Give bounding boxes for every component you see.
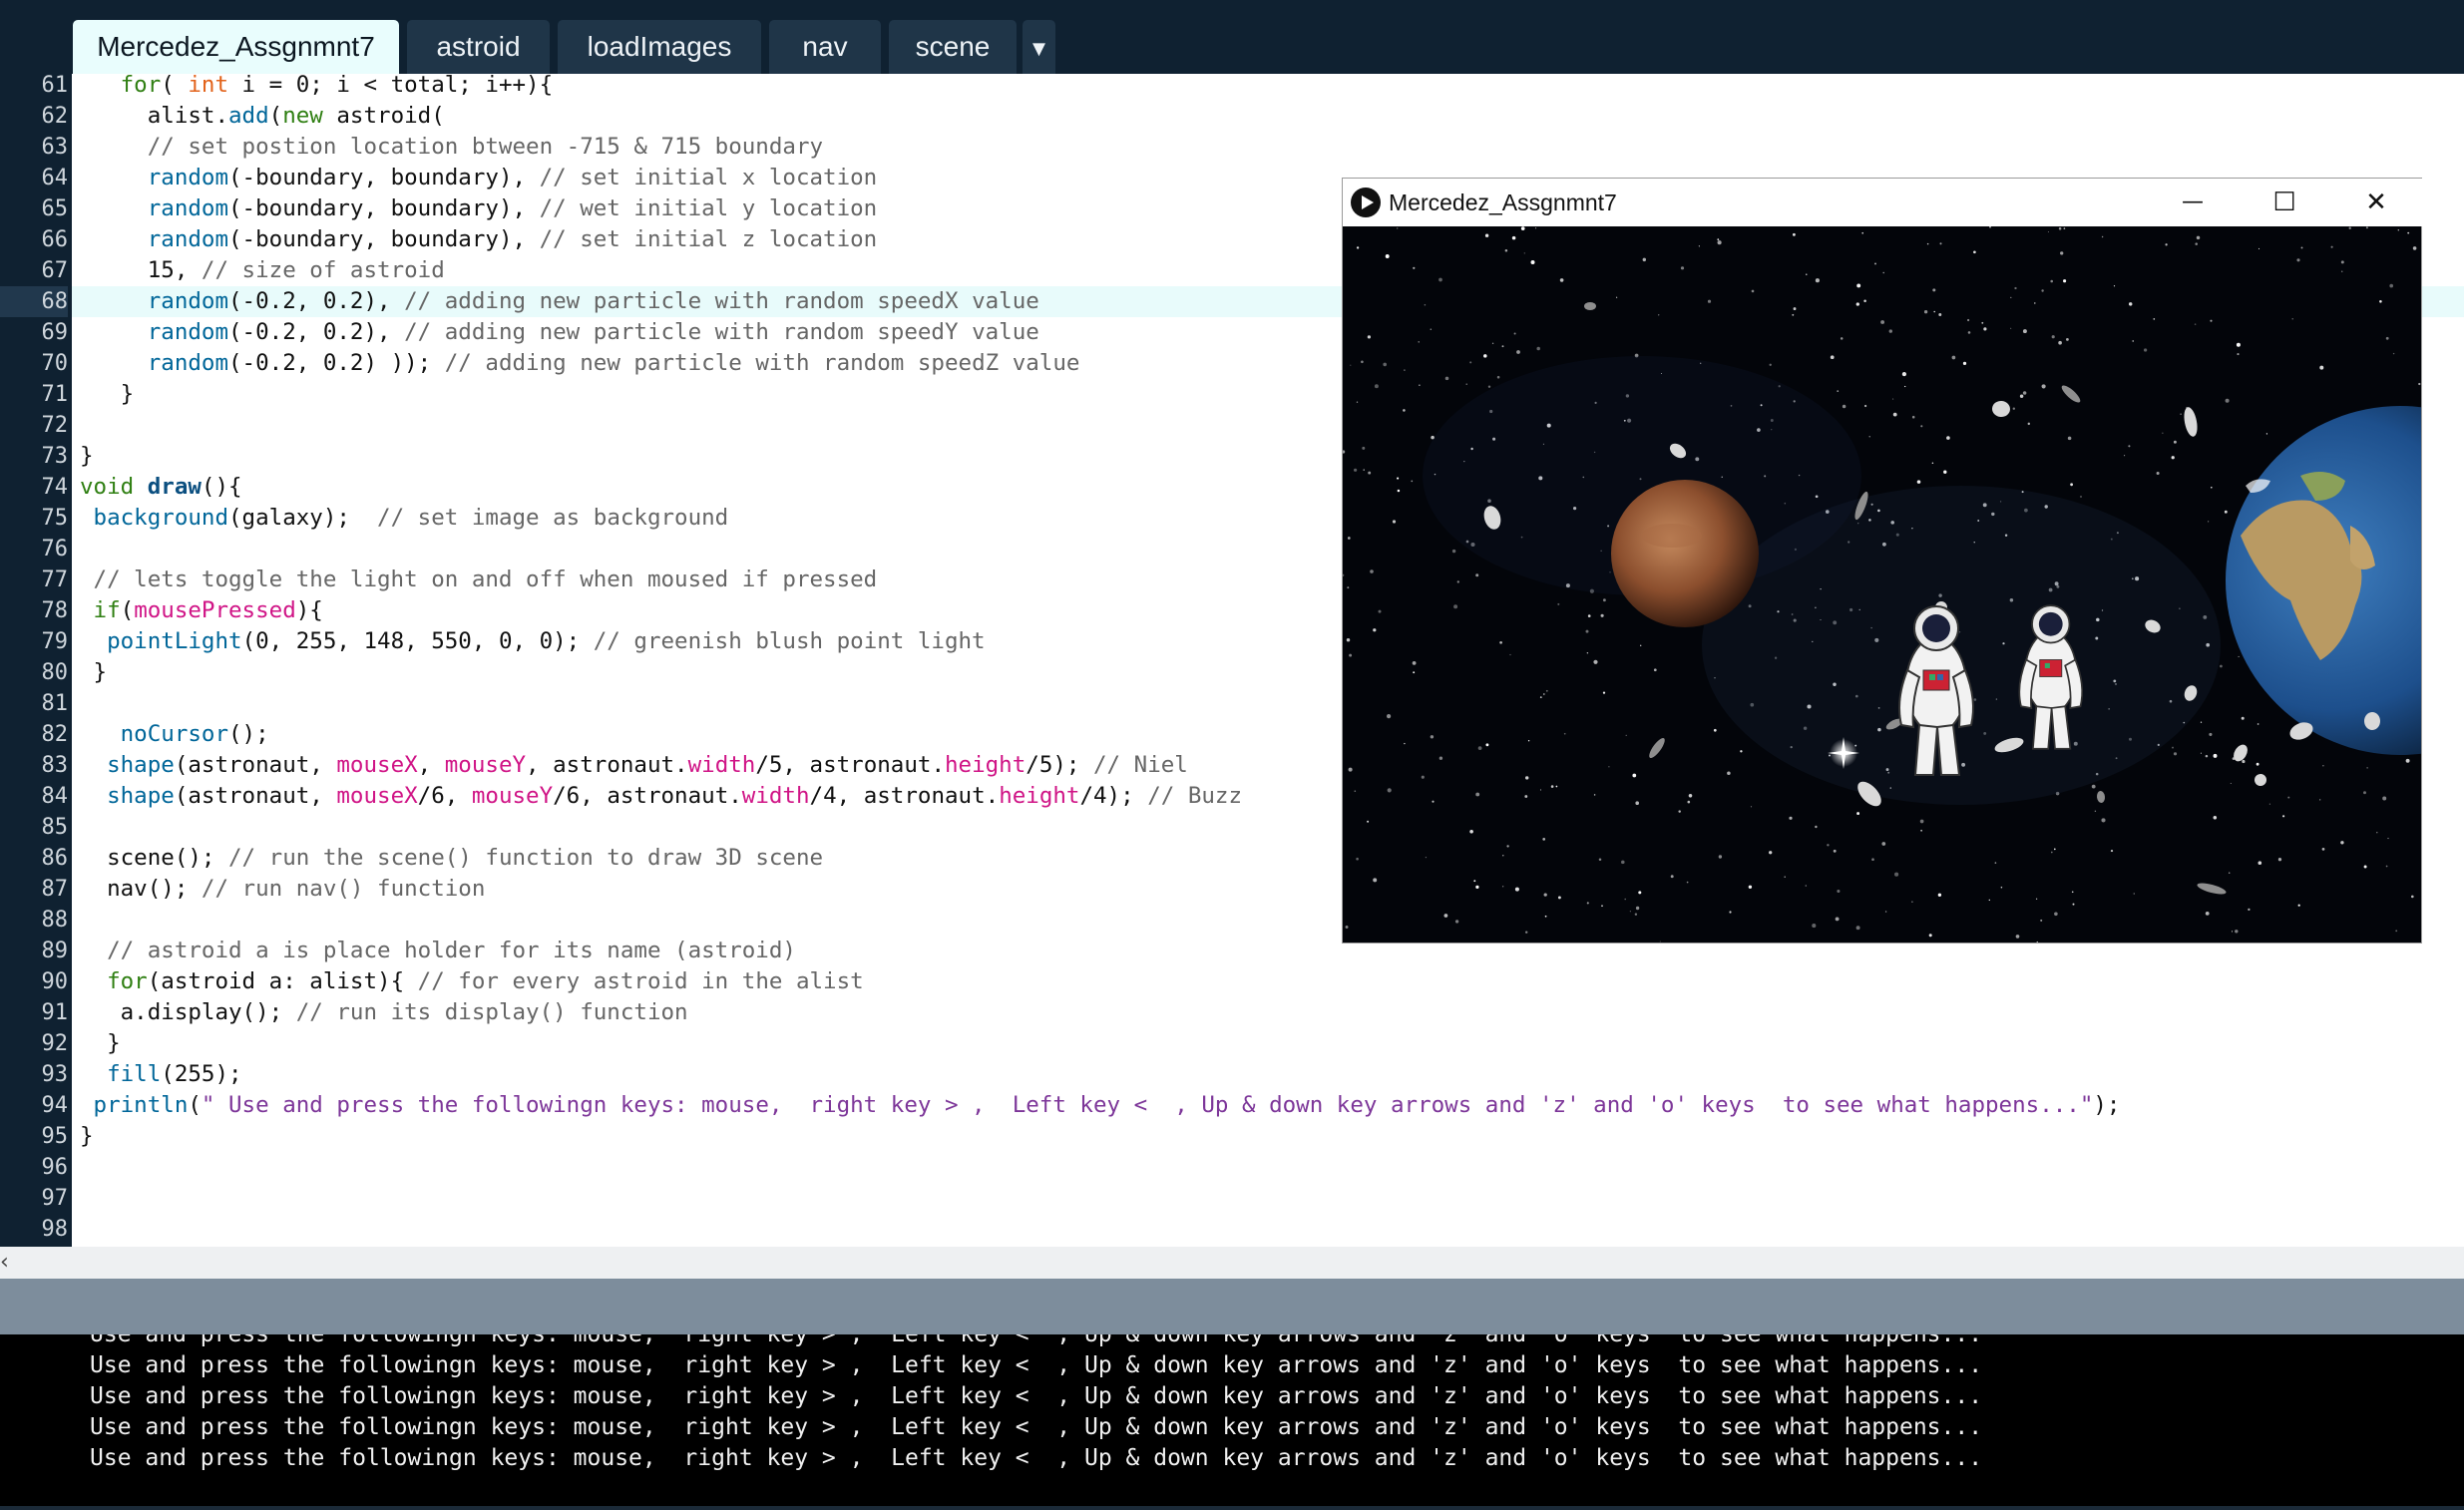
line-number: 87 [41,877,69,902]
minimize-button[interactable]: — [2147,179,2239,226]
line-number: 78 [41,598,69,623]
code-line[interactable]: noCursor(); [80,719,269,750]
code-line[interactable]: // astroid a is place holder for its nam… [80,936,796,966]
line-number: 65 [41,196,69,221]
code-line[interactable]: random(-0.2, 0.2), // adding new particl… [80,286,1039,317]
line-number: 96 [41,1155,69,1180]
maximize-button[interactable]: ☐ [2239,179,2330,226]
editor-console-divider[interactable] [0,1279,2464,1334]
line-number: 64 [41,166,69,190]
processing-play-icon [1351,188,1381,217]
code-line[interactable]: random(-boundary, boundary), // set init… [80,163,878,193]
code-line[interactable]: if(mousePressed){ [80,595,323,626]
code-line[interactable]: } [80,441,94,472]
line-number: 81 [41,691,69,716]
sketch-window-title: Mercedez_Assgnmnt7 [1389,189,1617,215]
code-line[interactable]: 15, // size of astroid [80,255,445,286]
line-number: 66 [41,227,69,252]
tab-nav[interactable]: nav [769,20,881,74]
console-line: Use and press the followingn keys: mouse… [90,1383,1983,1409]
tab-loadimages[interactable]: loadImages [558,20,761,74]
line-number: 73 [41,444,69,469]
tab-bar: Mercedez_Assgnmnt7 astroid loadImages na… [0,0,2464,74]
tab-mercedez-assgnmnt7[interactable]: Mercedez_Assgnmnt7 [73,20,399,74]
console-line: Use and press the followingn keys: mouse… [90,1445,1983,1471]
console-bottom-border [0,1506,2464,1510]
code-line[interactable]: fill(255); [80,1059,241,1090]
code-line[interactable]: } [80,379,135,410]
line-number: 93 [41,1062,69,1087]
line-number: 95 [41,1124,69,1149]
line-number: 92 [41,1031,69,1056]
line-number: 85 [41,815,69,840]
line-number: 80 [41,660,69,685]
horizontal-scrollbar[interactable]: ‹ [0,1247,2464,1279]
code-line[interactable]: for( int i = 0; i < total; i++){ [80,74,553,101]
scroll-left-icon[interactable]: ‹ [0,1247,9,1279]
code-line[interactable]: random(-0.2, 0.2) )); // adding new part… [80,348,1080,379]
code-line[interactable]: } [80,1028,121,1059]
console-line: Use and press the followingn keys: mouse… [90,1414,1983,1440]
tab-overflow-menu[interactable]: ▼ [1023,20,1055,74]
chevron-down-icon: ▼ [1027,36,1050,61]
sketch-canvas[interactable] [1343,226,2421,943]
code-line[interactable]: void draw(){ [80,472,242,503]
code-line[interactable]: background(galaxy); // set image as back… [80,503,729,534]
code-line[interactable]: random(-0.2, 0.2), // adding new particl… [80,317,1039,348]
tab-astroid[interactable]: astroid [407,20,550,74]
line-number: 77 [41,567,69,592]
code-line[interactable]: for(astroid a: alist){ // for every astr… [80,966,864,997]
code-line[interactable]: // lets toggle the light on and off when… [80,565,878,595]
tab-scene[interactable]: scene [889,20,1017,74]
line-number: 83 [41,753,69,778]
code-line[interactable]: } [80,1121,94,1152]
line-number: 79 [41,629,69,654]
close-button[interactable]: ✕ [2330,179,2422,226]
line-number: 98 [41,1217,69,1242]
line-number: 88 [41,908,69,933]
console-line: Use and press the followingn keys: mouse… [90,1352,1983,1378]
line-number: 75 [41,506,69,531]
code-line[interactable]: alist.add(new astroid( [80,101,445,132]
line-number: 63 [41,135,69,160]
code-line[interactable]: random(-boundary, boundary), // wet init… [80,193,878,224]
code-line[interactable]: nav(); // run nav() function [80,874,485,905]
console-line: Use and press the followingn keys: mouse… [90,1334,1983,1347]
line-number: 94 [41,1093,69,1118]
console-output: Use and press the followingn keys: mouse… [0,1334,2464,1510]
line-number: 69 [41,320,69,345]
code-line[interactable]: shape(astronaut, mouseX, mouseY, astrona… [80,750,1188,781]
code-line[interactable]: a.display(); // run its display() functi… [80,997,688,1028]
line-number: 72 [41,413,69,438]
line-number-gutter: 61 62 63 64 65 66 67 68 69 70 71 72 73 74 75 76 77 78 79 80… [0,74,72,1247]
line-number: 97 [41,1186,69,1211]
line-number: 62 [41,104,69,129]
line-number: 84 [41,784,69,809]
sketch-window[interactable]: Mercedez_Assgnmnt7 — ☐ ✕ [1342,178,2423,944]
line-number: 68 [0,286,68,317]
line-number: 61 [41,74,69,98]
code-line[interactable]: } [80,657,108,688]
code-line[interactable]: // set postion location btween -715 & 71… [80,132,823,163]
mars-planet [1611,480,1759,627]
sketch-title-bar[interactable]: Mercedez_Assgnmnt7 — ☐ ✕ [1343,179,2423,226]
line-number: 82 [41,722,69,747]
code-line[interactable]: pointLight(0, 255, 148, 550, 0, 0); // g… [80,626,986,657]
line-number: 86 [41,846,69,871]
code-line[interactable]: scene(); // run the scene() function to … [80,843,823,874]
code-line[interactable]: println(" Use and press the followingn k… [80,1090,2121,1121]
line-number: 70 [41,351,69,376]
code-line[interactable]: random(-boundary, boundary), // set init… [80,224,878,255]
line-number: 90 [41,969,69,994]
code-line[interactable]: shape(astronaut, mouseX/6, mouseY/6, ast… [80,781,1242,812]
line-number: 67 [41,258,69,283]
line-number: 74 [41,475,69,500]
line-number: 89 [41,939,69,963]
line-number: 71 [41,382,69,407]
line-number: 76 [41,537,69,562]
space-scene [1343,226,2421,943]
line-number: 91 [41,1000,69,1025]
